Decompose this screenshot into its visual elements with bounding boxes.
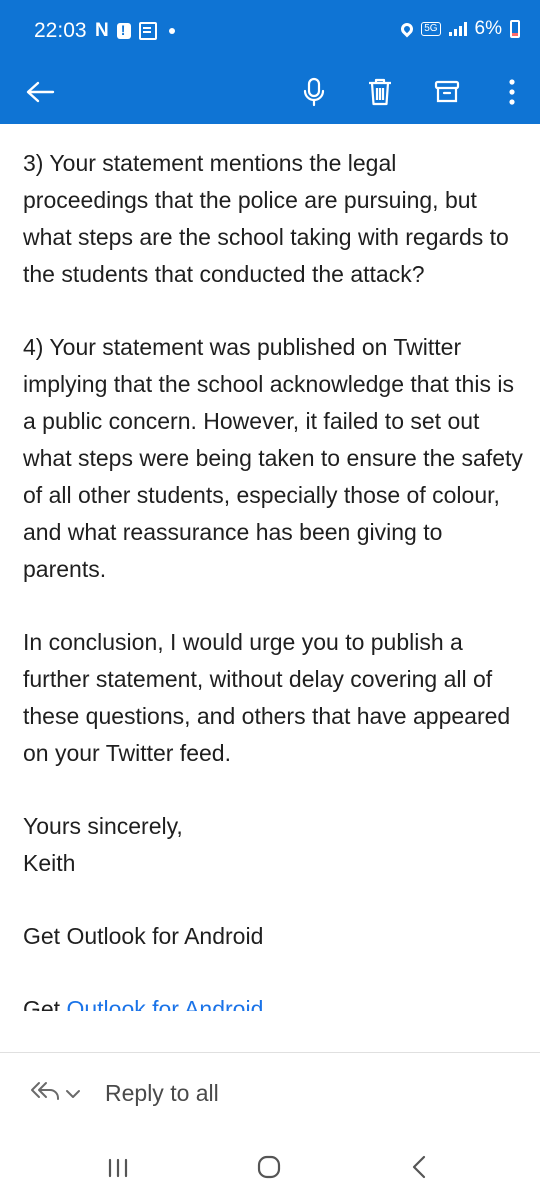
email-body: 3) Your statement mentions the legal pro… <box>23 145 523 1050</box>
email-paragraph-3: 3) Your statement mentions the legal pro… <box>23 150 509 287</box>
battery-icon <box>510 20 520 38</box>
footer-clipped-prefix: Get <box>23 996 67 1011</box>
netflix-notification-icon: N <box>95 20 109 41</box>
status-bar: 22:03 N 5G 6% <box>0 0 540 60</box>
reply-bar[interactable]: Reply to all <box>0 1058 540 1128</box>
archive-icon[interactable] <box>425 70 469 114</box>
trash-icon[interactable] <box>358 70 402 114</box>
battery-percent: 6% <box>474 18 502 39</box>
back-arrow-icon[interactable] <box>18 70 62 114</box>
alert-notification-icon <box>116 22 131 39</box>
email-closing: Yours sincerely, <box>23 813 183 839</box>
reply-divider <box>0 1052 540 1053</box>
status-time: 22:03 <box>34 19 87 42</box>
network-type-badge: 5G <box>421 22 441 36</box>
more-notifications-dot-icon <box>168 28 175 34</box>
chevron-down-icon[interactable] <box>65 1086 81 1104</box>
microphone-icon[interactable] <box>292 70 336 114</box>
news-notification-icon <box>138 22 157 40</box>
recent-apps-icon[interactable] <box>107 1158 129 1183</box>
system-nav-bar <box>0 1130 540 1200</box>
reply-to-all-button[interactable]: Reply to all <box>105 1080 219 1107</box>
outlook-for-android-link[interactable]: Outlook for Android <box>66 996 263 1011</box>
reply-all-icon[interactable] <box>30 1080 60 1107</box>
email-footer-clipped: Get Outlook for Android <box>23 991 523 1011</box>
location-icon <box>398 20 416 38</box>
email-signature: Keith <box>23 850 76 876</box>
home-icon[interactable] <box>256 1155 282 1184</box>
email-footer-text: Get Outlook for Android <box>23 923 264 949</box>
more-vertical-icon[interactable] <box>490 70 534 114</box>
email-toolbar <box>0 60 540 124</box>
signal-strength-icon <box>448 22 467 36</box>
back-icon[interactable] <box>410 1154 428 1185</box>
email-paragraph-conclusion: In conclusion, I would urge you to publi… <box>23 629 511 766</box>
email-paragraph-4: 4) Your statement was published on Twitt… <box>23 334 523 582</box>
